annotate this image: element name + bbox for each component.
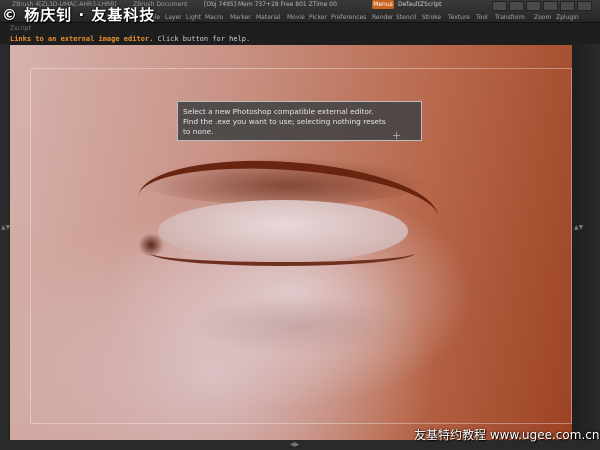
watermark-top: © 杨庆钊 · 友基科技 — [2, 6, 156, 24]
close-icon[interactable] — [577, 1, 592, 11]
default-zscript-button[interactable]: DefaultZScript — [398, 1, 441, 8]
help-icon[interactable] — [560, 1, 575, 11]
tooltip-line: Find the .exe you want to use; selecting… — [183, 117, 386, 126]
crosshair-cursor-icon: + — [392, 129, 402, 142]
memory-info: [Obj 7495] Mem 737+28 Free 801 ZTime 00 — [204, 1, 337, 8]
color-scheme-icon[interactable] — [509, 1, 524, 11]
right-shelf[interactable]: ▲▼ — [572, 44, 600, 440]
watermark-bottom: 友基特约教程 www.ugee.com.cn — [414, 428, 600, 442]
menu-marker[interactable]: Marker — [230, 14, 251, 21]
menu-layer[interactable]: Layer — [165, 14, 182, 21]
shelf-handle-icon[interactable]: ◀▶ — [290, 441, 299, 448]
status-highlight: Links to an external image editor. — [10, 35, 154, 43]
menu-light[interactable]: Light — [186, 14, 201, 21]
menu-texture[interactable]: Texture — [448, 14, 470, 21]
status-help: Click button for help. — [157, 35, 251, 43]
tooltip-line: Select a new Photoshop compatible extern… — [183, 107, 374, 116]
menu-material[interactable]: Material — [256, 14, 280, 21]
menu-preferences[interactable]: Preferences — [331, 14, 366, 21]
menu-zplugin[interactable]: Zplugin — [556, 14, 579, 21]
shelf-handle-icon[interactable]: ▲▼ — [574, 224, 583, 231]
tooltip-line: to none. — [183, 127, 214, 136]
external-editor-tooltip: Select a new Photoshop compatible extern… — [177, 101, 422, 141]
minimize-icon[interactable] — [526, 1, 541, 11]
maximize-icon[interactable] — [543, 1, 558, 11]
menus-button[interactable]: Menus — [372, 0, 394, 9]
menu-stroke[interactable]: Stroke — [422, 14, 441, 21]
menu-zscript[interactable]: Zscript — [10, 25, 31, 32]
left-shelf[interactable]: ▲▼ — [0, 44, 10, 440]
menu-movie[interactable]: Movie — [287, 14, 305, 21]
menu-zoom[interactable]: Zoom — [534, 14, 551, 21]
menu-tool[interactable]: Tool — [476, 14, 488, 21]
shelf-handle-icon[interactable]: ▲▼ — [1, 224, 10, 231]
menu-transform[interactable]: Transform — [495, 14, 525, 21]
status-line: Links to an external image editor. Click… — [10, 35, 250, 43]
menu-render[interactable]: Render — [372, 14, 393, 21]
menu-stencil[interactable]: Stencil — [396, 14, 416, 21]
menu-macro[interactable]: Macro — [205, 14, 223, 21]
layout-icon[interactable] — [492, 1, 507, 11]
menu-picker[interactable]: Picker — [309, 14, 327, 21]
